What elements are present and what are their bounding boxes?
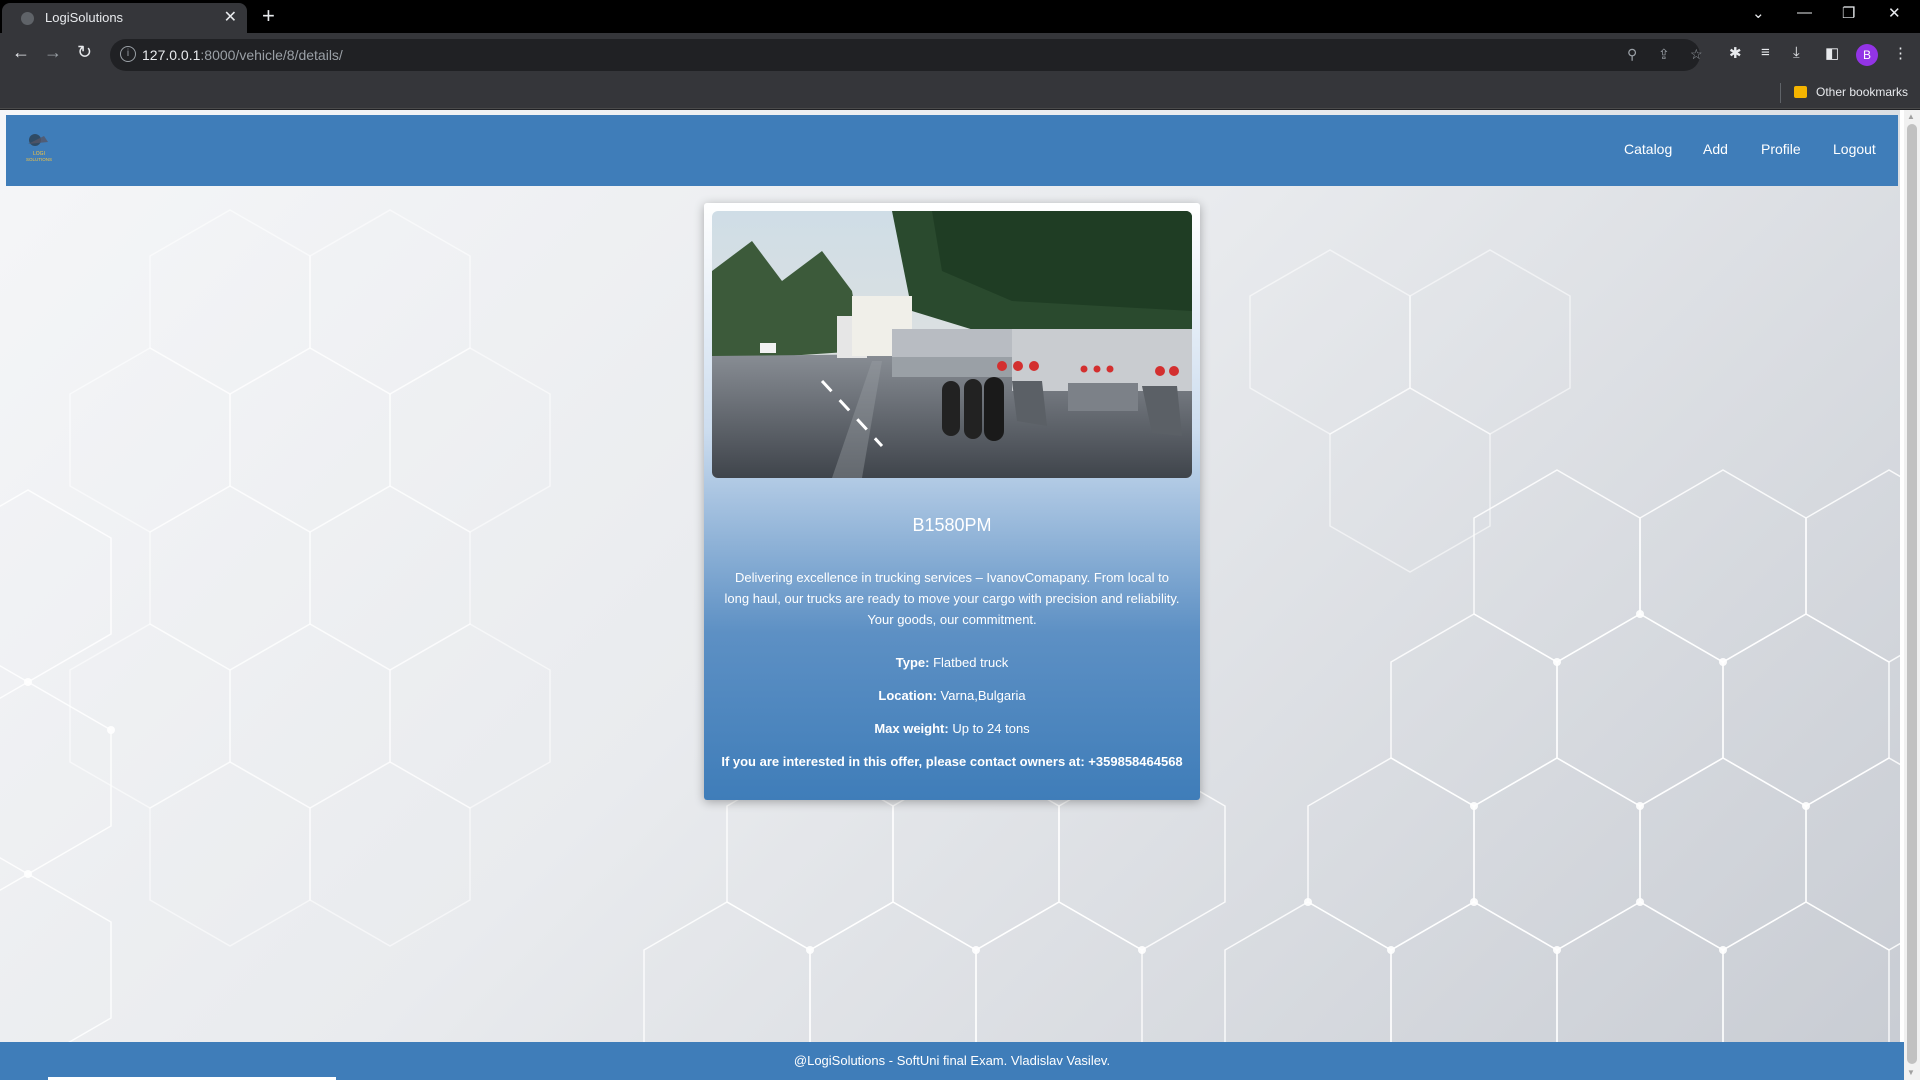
minimize-icon[interactable]: — [1797, 4, 1812, 21]
scrollbar-thumb[interactable] [1907, 124, 1917, 1064]
location-label: Location: [878, 688, 937, 703]
contact-owners-text: If you are interested in this offer, ple… [721, 754, 1183, 769]
bookmarks-bar: Other bookmarks [0, 77, 1920, 109]
back-icon[interactable]: ← [12, 42, 30, 63]
vehicle-photo [712, 211, 1192, 478]
vehicle-location-line: Location: Varna,Bulgaria [704, 688, 1200, 703]
close-tab-icon[interactable]: ✕ [224, 7, 237, 27]
restore-icon[interactable]: ❐ [1842, 4, 1855, 22]
globe-icon [21, 12, 34, 25]
scroll-up-icon[interactable]: ▲ [1907, 112, 1915, 121]
vehicle-type-line: Type: Flatbed truck [704, 655, 1200, 670]
new-tab-icon[interactable]: + [262, 3, 275, 29]
menu-kebab-icon[interactable]: ⋮ [1893, 44, 1908, 62]
nav-profile-link[interactable]: Profile [1761, 141, 1801, 157]
type-value: Flatbed truck [933, 655, 1009, 670]
svg-text:SOLUTIONS: SOLUTIONS [26, 157, 52, 162]
vehicle-details-card: B1580PM Delivering excellence in truckin… [704, 203, 1200, 800]
url-text[interactable]: 127.0.0.1:8000/vehicle/8/details/ [142, 47, 343, 63]
page-scrollbar[interactable]: ▲ ▼ [1904, 110, 1920, 1080]
max-weight-label: Max weight: [874, 721, 949, 736]
zoom-icon[interactable]: ⚲ [1627, 46, 1637, 63]
vehicle-plate-title: B1580PM [912, 515, 992, 535]
page-viewport: LOGI SOLUTIONS Catalog Add Profile Logou… [0, 110, 1920, 1080]
reload-icon[interactable]: ↻ [77, 42, 92, 63]
tab-search-chevron-icon[interactable]: ⌄ [1752, 4, 1765, 22]
nav-add-link[interactable]: Add [1703, 141, 1728, 157]
site-info-icon[interactable]: i [120, 46, 136, 62]
footer-text: @LogiSolutions - SoftUni final Exam. Vla… [793, 1053, 1111, 1068]
max-weight-value: Up to 24 tons [952, 721, 1030, 736]
folder-icon [1794, 86, 1807, 98]
side-panel-icon[interactable]: ◧ [1825, 44, 1839, 62]
type-label: Type: [895, 655, 930, 670]
site-navbar: LOGI SOLUTIONS Catalog Add Profile Logou… [6, 115, 1898, 186]
forward-icon[interactable]: → [44, 42, 62, 63]
extensions-icon[interactable]: ✱ [1729, 44, 1742, 62]
bookmarks-separator [1780, 83, 1781, 103]
nav-logout-link[interactable]: Logout [1833, 141, 1876, 157]
logisolutions-logo[interactable]: LOGI SOLUTIONS [24, 130, 54, 166]
scroll-down-icon[interactable]: ▼ [1907, 1068, 1915, 1077]
address-bar[interactable]: i 127.0.0.1:8000/vehicle/8/details/ ⚲ ⇪ … [110, 39, 1703, 71]
browser-titlebar: LogiSolutions ✕ + ⌄ — ❐ ✕ [0, 0, 1920, 33]
share-icon[interactable]: ⇪ [1658, 46, 1670, 63]
download-icon[interactable]: ⤓ [1793, 44, 1800, 61]
nav-catalog-link[interactable]: Catalog [1624, 141, 1672, 157]
vehicle-max-weight-line: Max weight: Up to 24 tons [704, 721, 1200, 736]
location-value: Varna,Bulgaria [940, 688, 1026, 703]
browser-tab[interactable]: LogiSolutions ✕ [2, 3, 247, 33]
close-window-icon[interactable]: ✕ [1888, 4, 1901, 22]
profile-avatar[interactable]: B [1856, 44, 1878, 66]
tab-title: LogiSolutions [45, 10, 124, 25]
browser-toolbar: ← → ↻ i 127.0.0.1:8000/vehicle/8/details… [0, 33, 1920, 77]
bookmark-star-icon[interactable]: ☆ [1690, 46, 1703, 63]
media-controls-icon[interactable]: ≡ [1761, 44, 1770, 61]
site-footer: @LogiSolutions - SoftUni final Exam. Vla… [0, 1042, 1904, 1080]
other-bookmarks-button[interactable]: Other bookmarks [1816, 85, 1908, 99]
vehicle-description: Delivering excellence in trucking servic… [724, 570, 1180, 627]
